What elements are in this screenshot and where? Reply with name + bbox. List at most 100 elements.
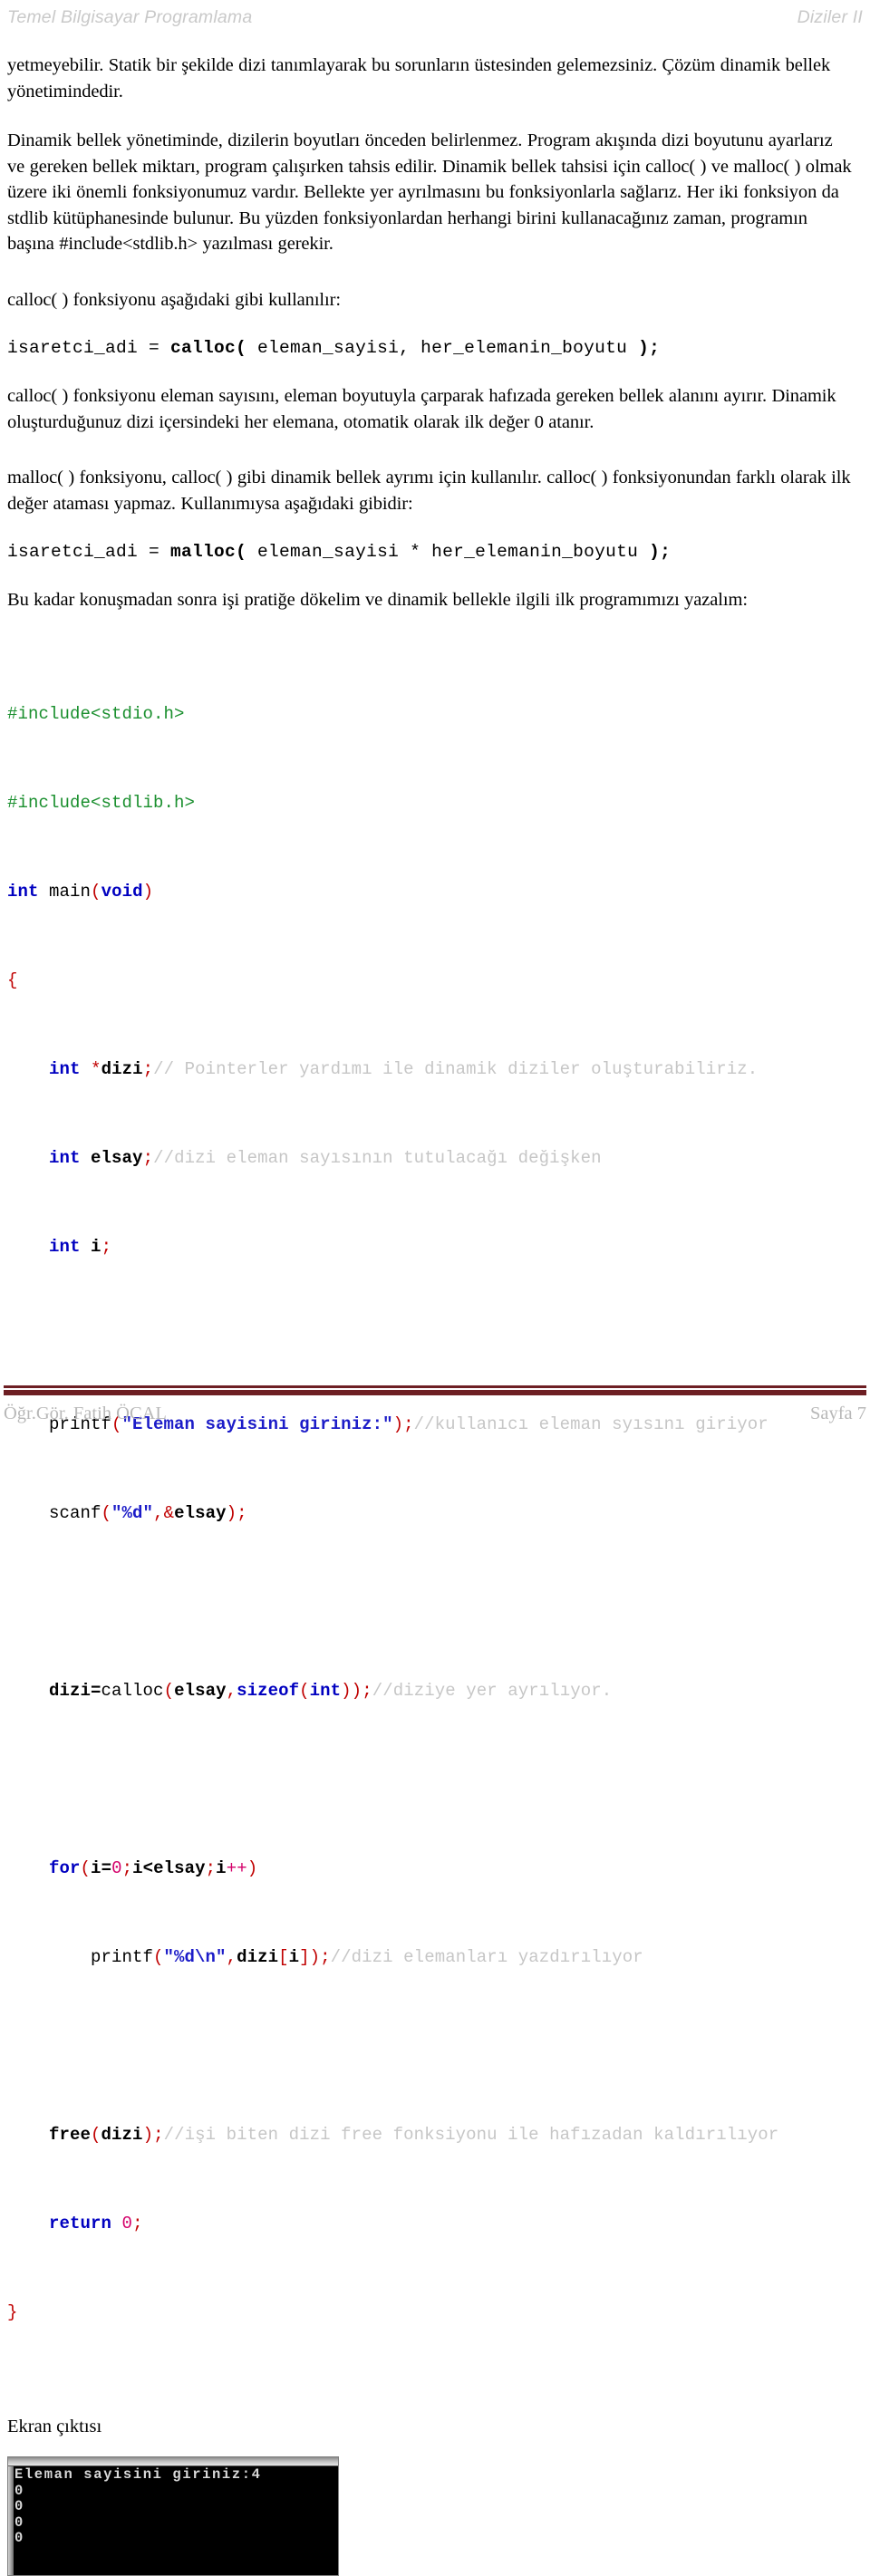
code-line-open-brace: { <box>7 970 854 992</box>
identifier-dizi: dizi <box>49 1681 92 1701</box>
code-line-include-stdlib: #include<stdlib.h> <box>7 792 854 815</box>
brace-open: { <box>7 970 18 990</box>
function-scanf: scanf <box>49 1503 102 1523</box>
calloc-suffix: ); <box>638 338 661 358</box>
brace-close: } <box>7 2302 18 2322</box>
keyword-return: return <box>49 2214 112 2233</box>
identifier-dizi: dizi <box>101 1059 143 1079</box>
code-line-decl-i: int i; <box>7 1236 854 1259</box>
assign-operator: = <box>91 1681 102 1701</box>
calloc-signature-code: isaretci_adi = calloc( eleman_sayisi, he… <box>7 336 854 360</box>
comment: //dizi eleman sayısının tutulacağı değiş… <box>153 1148 602 1168</box>
paren-open: ( <box>153 1947 164 1967</box>
identifier-i: i <box>216 1858 227 1878</box>
code-line-for-loop: for(i=0;i<elsay;i++) <box>7 1857 854 1880</box>
semicolon: ; <box>153 2125 164 2145</box>
identifier-elsay: elsay <box>174 1503 227 1523</box>
paren-open: ( <box>80 1858 92 1878</box>
paren-open: ( <box>101 1503 112 1523</box>
paren-open: ( <box>299 1681 310 1701</box>
malloc-args: eleman_sayisi * her_elemanin_boyutu <box>246 542 650 562</box>
source-code-block: #include<stdio.h> #include<stdlib.h> int… <box>7 637 854 2391</box>
keyword-void: void <box>101 882 143 902</box>
code-line-printf-element: printf("%d\n",dizi[i]);//dizi elemanları… <box>7 1946 854 1969</box>
semicolon: ; <box>142 1059 154 1079</box>
identifier-i: i <box>91 1237 102 1257</box>
malloc-signature-code: isaretci_adi = malloc( eleman_sayisi * h… <box>7 540 854 564</box>
paren-open: ( <box>163 1681 175 1701</box>
code-line-scanf: scanf("%d",&elsay); <box>7 1502 854 1525</box>
paragraph-calloc-usage: calloc( ) fonksiyonu aşağıdaki gibi kull… <box>7 289 341 310</box>
console-window: Eleman sayisini giriniz:4 0 0 0 0 <box>7 2456 339 2576</box>
pointer-star: * <box>91 1059 102 1079</box>
footer-page-number: Sayfa 7 <box>809 1404 866 1423</box>
identifier-elsay: elsay <box>174 1681 227 1701</box>
comment: //dizi elemanları yazdırılıyor <box>330 1947 643 1967</box>
string-literal: "%d\n" <box>163 1947 227 1967</box>
paragraph-intro: yetmeyebilir. Statik bir şekilde dizi ta… <box>7 55 831 101</box>
keyword-int: int <box>309 1681 342 1701</box>
identifier-i: i <box>288 1947 300 1967</box>
comment: // Pointerler yardımı ile dinamik dizile… <box>153 1059 759 1079</box>
preprocessor-directive: #include<stdlib.h> <box>7 793 196 813</box>
function-printf: printf <box>91 1947 154 1967</box>
identifier-elsay: elsay <box>153 1858 206 1878</box>
less-than-operator: < <box>142 1858 154 1878</box>
header-chapter-title: Diziler II <box>797 7 863 27</box>
keyword-int: int <box>7 882 39 902</box>
preprocessor-directive: #include<stdio.h> <box>7 704 185 724</box>
comma: , <box>226 1947 237 1967</box>
malloc-prefix: isaretci_adi = <box>7 542 171 562</box>
identifier-dizi: dizi <box>101 2125 143 2145</box>
code-line-close-brace: } <box>7 2301 854 2324</box>
number-literal: 0 <box>111 1858 122 1878</box>
string-literal: "%d" <box>111 1503 154 1523</box>
increment-operator: ++ <box>226 1858 247 1878</box>
semicolon: ; <box>362 1681 372 1701</box>
keyword-for: for <box>49 1858 81 1878</box>
paragraph-dynamic-memory: Dinamik bellek yönetiminde, dizilerin bo… <box>7 130 852 254</box>
console-left-edge <box>8 2466 14 2575</box>
keyword-sizeof: sizeof <box>237 1681 300 1701</box>
semicolon: ; <box>121 1858 133 1878</box>
keyword-int: int <box>49 1059 81 1079</box>
paren-close: ) <box>351 1681 362 1701</box>
page-header: Temel Bilgisayar Programlama Diziler II <box>7 7 863 38</box>
paragraph-malloc-explanation: malloc( ) fonksiyonu, calloc( ) gibi din… <box>7 468 851 514</box>
keyword-int: int <box>49 1237 81 1257</box>
footer-row: Öğr.Gör. Fatih ÖCAL Sayfa 7 <box>4 1404 866 1424</box>
keyword-int: int <box>49 1148 81 1168</box>
assign-operator: = <box>101 1858 112 1878</box>
identifier-i: i <box>91 1858 102 1878</box>
semicolon: ; <box>101 1237 112 1257</box>
code-line-calloc-alloc: dizi=calloc(elsay,sizeof(int));//diziye … <box>7 1680 854 1703</box>
code-line-free: free(dizi);//işi biten dizi free fonksiy… <box>7 2124 854 2147</box>
comment: //işi biten dizi free fonksiyonu ile haf… <box>163 2125 779 2145</box>
paren-close: ) <box>226 1503 237 1523</box>
identifier-i: i <box>132 1858 143 1878</box>
code-line-main-signature: int main(void) <box>7 881 854 903</box>
console-titlebar <box>8 2457 338 2466</box>
calloc-call: calloc( <box>170 338 247 358</box>
semicolon: ; <box>132 2214 143 2233</box>
function-calloc: calloc <box>101 1681 164 1701</box>
bracket-open: [ <box>278 1947 289 1967</box>
paren-open: ( <box>91 882 102 902</box>
